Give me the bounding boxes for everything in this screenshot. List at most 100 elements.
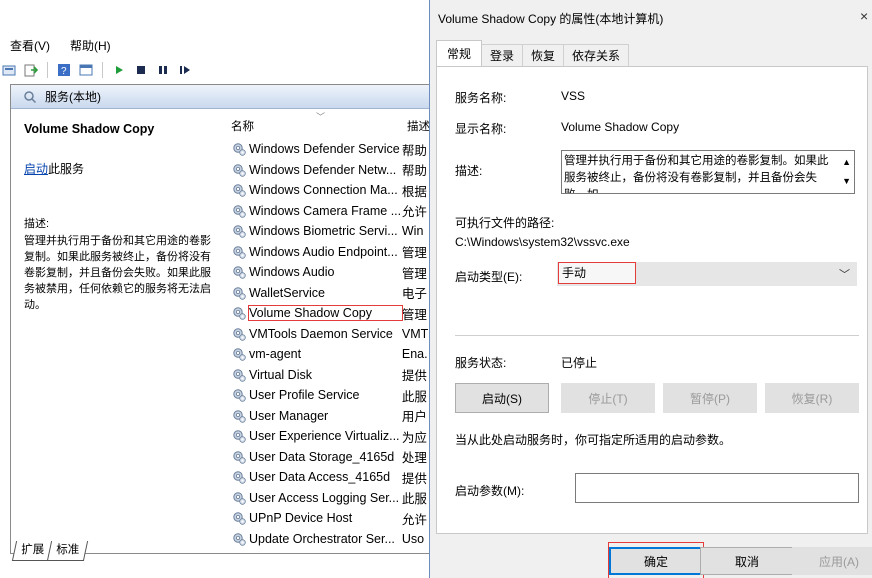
service-row[interactable]: Windows Audio Endpoint... 管理 bbox=[231, 242, 430, 262]
service-desc: 帮助 bbox=[401, 164, 427, 178]
play-icon[interactable] bbox=[110, 61, 128, 79]
start-params-input[interactable] bbox=[575, 473, 859, 503]
scope-title: 服务(本地) bbox=[45, 90, 101, 104]
service-row[interactable]: User Data Storage_4165d 处理 bbox=[231, 447, 430, 467]
resume-icon[interactable] bbox=[176, 61, 194, 79]
pause-button[interactable]: 暂停(P) bbox=[663, 383, 757, 413]
menu-view[interactable]: 查看(V) bbox=[0, 36, 60, 56]
column-header-name[interactable]: 名称 bbox=[231, 118, 254, 134]
apply-button[interactable]: 应用(A) bbox=[792, 547, 872, 575]
service-name: WalletService bbox=[249, 285, 325, 300]
service-row[interactable]: vm-agent Ena. bbox=[231, 344, 430, 364]
startup-type-value: 手动 bbox=[558, 262, 636, 284]
gear-icon bbox=[231, 346, 247, 362]
path-value[interactable]: C:\Windows\system32\vssvc.exe bbox=[455, 235, 630, 249]
service-name: User Access Logging Ser... bbox=[249, 490, 400, 505]
toolbar-separator bbox=[102, 62, 103, 78]
help-icon[interactable]: ? bbox=[55, 61, 73, 79]
start-service-link[interactable]: 启动 bbox=[24, 162, 48, 176]
services-console: 查看(V) 帮助(H) ? 服务(本地) Volume Shadow Copy … bbox=[0, 0, 430, 578]
service-row[interactable]: Volume Shadow Copy 管理 bbox=[231, 303, 430, 323]
service-name: User Data Storage_4165d bbox=[249, 449, 395, 464]
service-row[interactable]: Windows Camera Frame ... 允许 bbox=[231, 201, 430, 221]
detail-title: Volume Shadow Copy bbox=[24, 122, 155, 136]
gear-icon bbox=[231, 490, 247, 506]
tab-general[interactable]: 常规 bbox=[436, 40, 483, 66]
startup-type-select[interactable]: 手动 ﹀ bbox=[557, 262, 857, 286]
service-row[interactable]: Windows Defender Netw... 帮助 bbox=[231, 160, 430, 180]
ok-button[interactable]: 确定 bbox=[609, 547, 703, 575]
dialog-title: Volume Shadow Copy 的属性(本地计算机) bbox=[438, 12, 664, 26]
description-label: 描述: bbox=[455, 164, 483, 178]
service-row[interactable]: Update Orchestrator Ser... Uso bbox=[231, 529, 430, 549]
gear-icon bbox=[231, 203, 247, 219]
service-row[interactable]: Virtual Disk 提供 bbox=[231, 365, 430, 385]
gear-icon bbox=[231, 326, 247, 342]
service-desc: 提供 bbox=[401, 369, 427, 383]
service-row[interactable]: WalletService 电子 bbox=[231, 283, 430, 303]
menu-help[interactable]: 帮助(H) bbox=[60, 36, 121, 56]
service-name: UPnP Device Host bbox=[249, 511, 353, 525]
service-row[interactable]: VMTools Daemon Service VMT bbox=[231, 324, 430, 344]
service-desc: 此服 bbox=[401, 492, 427, 506]
service-row[interactable]: Windows Defender Service 帮助 bbox=[231, 139, 430, 159]
cancel-button[interactable]: 取消 bbox=[700, 547, 794, 575]
close-icon[interactable]: × bbox=[860, 8, 872, 24]
service-name: Windows Defender Netw... bbox=[249, 162, 397, 177]
service-desc: 电子 bbox=[401, 287, 427, 301]
menu-bar: 查看(V) 帮助(H) bbox=[0, 36, 121, 56]
tab-extended-label: 扩展 bbox=[21, 544, 45, 556]
gear-icon bbox=[231, 367, 247, 383]
service-row[interactable]: User Manager 用户 bbox=[231, 406, 430, 426]
service-row[interactable]: User Experience Virtualiz... 为应 bbox=[231, 426, 430, 446]
description-textbox[interactable]: 管理并执行用于备份和其它用途的卷影复制。如果此服务被终止，备份将没有卷影复制，并… bbox=[561, 150, 855, 194]
scroll-up-icon[interactable]: ▲ bbox=[842, 154, 851, 171]
service-desc: 用户 bbox=[401, 410, 427, 424]
properties-icon[interactable] bbox=[0, 61, 18, 79]
stop-button[interactable]: 停止(T) bbox=[561, 383, 655, 413]
tab-standard[interactable]: 标准 bbox=[46, 541, 89, 561]
service-row[interactable]: User Profile Service 此服 bbox=[231, 385, 430, 405]
stop-icon[interactable] bbox=[132, 61, 150, 79]
service-desc: Ena. bbox=[401, 347, 428, 361]
list-header: ﹀ 名称 描述 bbox=[221, 110, 430, 138]
gear-icon bbox=[231, 531, 247, 547]
service-name: User Experience Virtualiz... bbox=[249, 429, 400, 443]
search-icon bbox=[24, 90, 37, 103]
start-button[interactable]: 启动(S) bbox=[455, 383, 549, 413]
general-tab-panel: 服务名称: VSS 显示名称: Volume Shadow Copy 描述: 管… bbox=[436, 66, 868, 534]
tab-dependencies[interactable]: 依存关系 bbox=[563, 44, 630, 66]
view-icon[interactable] bbox=[77, 61, 95, 79]
gear-icon bbox=[231, 264, 247, 280]
gear-icon bbox=[231, 223, 247, 239]
start-service-line: 启动此服务 bbox=[24, 160, 219, 177]
service-row[interactable]: Windows Audio 管理 bbox=[231, 262, 430, 282]
service-name: User Manager bbox=[249, 408, 329, 423]
display-name-label: 显示名称: bbox=[455, 122, 507, 136]
service-name-value[interactable]: VSS bbox=[561, 89, 585, 103]
service-name: Windows Connection Ma... bbox=[249, 183, 398, 197]
pause-icon[interactable] bbox=[154, 61, 172, 79]
service-row[interactable]: UPnP Device Host 允许 bbox=[231, 508, 430, 528]
export-icon[interactable] bbox=[22, 61, 40, 79]
scroll-down-icon[interactable]: ▼ bbox=[842, 173, 851, 190]
gear-icon bbox=[231, 387, 247, 403]
service-row[interactable]: Windows Connection Ma... 根据 bbox=[231, 180, 430, 200]
service-row[interactable]: User Access Logging Ser... 此服 bbox=[231, 488, 430, 508]
service-desc: 帮助 bbox=[401, 143, 427, 158]
service-row[interactable]: User Data Access_4165d 提供 bbox=[231, 467, 430, 487]
display-name-value[interactable]: Volume Shadow Copy bbox=[561, 120, 679, 134]
column-header-desc[interactable]: 描述 bbox=[407, 118, 430, 134]
tab-standard-label: 标准 bbox=[56, 544, 80, 556]
service-name: Windows Audio bbox=[249, 265, 335, 279]
scope-header: 服务(本地) bbox=[11, 85, 430, 109]
dialog-tabs: 常规 登录 恢复 依存关系 bbox=[436, 40, 630, 66]
startup-type-label: 启动类型(E): bbox=[455, 270, 523, 284]
gear-icon bbox=[231, 449, 247, 465]
service-name: User Data Access_4165d bbox=[249, 470, 391, 484]
tab-recovery[interactable]: 恢复 bbox=[522, 44, 565, 66]
resume-button[interactable]: 恢复(R) bbox=[765, 383, 859, 413]
gear-icon bbox=[231, 162, 247, 178]
service-row[interactable]: Windows Biometric Servi... Win bbox=[231, 221, 430, 241]
tab-logon[interactable]: 登录 bbox=[481, 44, 524, 66]
